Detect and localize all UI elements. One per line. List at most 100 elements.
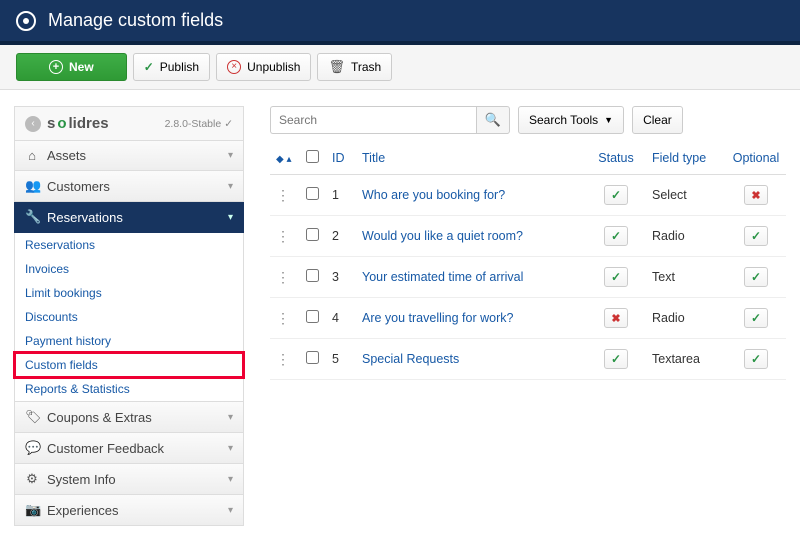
row-title-link[interactable]: Your estimated time of arrival	[362, 270, 523, 284]
table-row: ⋮ 5 Special Requests Textarea	[270, 339, 786, 380]
row-id: 4	[326, 298, 356, 339]
submenu-item-custom-fields[interactable]: Custom fields	[15, 353, 243, 377]
optional-toggle[interactable]	[744, 267, 768, 287]
fields-table: ◆ ▴ ID Title Status Field type Optional …	[270, 144, 786, 380]
check-all[interactable]	[306, 150, 319, 163]
clear-button[interactable]: Clear	[632, 106, 683, 134]
row-title-link[interactable]: Special Requests	[362, 352, 459, 366]
submenu-item-reservations[interactable]: Reservations	[15, 233, 243, 257]
section-label: Customers	[47, 179, 110, 194]
row-checkbox[interactable]	[306, 228, 319, 241]
row-checkbox[interactable]	[306, 351, 319, 364]
row-checkbox[interactable]	[306, 310, 319, 323]
search-icon: 🔍	[485, 112, 501, 127]
section-label: Reservations	[47, 210, 123, 225]
sidebar-section-reservations[interactable]: 🔧 Reservations ▾	[14, 202, 244, 233]
col-fieldtype[interactable]: Field type	[646, 144, 726, 175]
status-toggle[interactable]	[604, 185, 628, 205]
status-toggle[interactable]	[604, 349, 628, 369]
drag-handle-icon[interactable]: ⋮	[276, 351, 290, 367]
col-check	[300, 144, 326, 175]
search-input[interactable]	[270, 106, 476, 134]
section-label: Coupons & Extras	[47, 410, 152, 425]
status-toggle[interactable]	[604, 308, 628, 328]
drag-handle-icon[interactable]: ⋮	[276, 310, 290, 326]
sidebar-section-experiences[interactable]: 📷Experiences▾	[14, 495, 244, 526]
status-toggle[interactable]	[604, 226, 628, 246]
target-icon	[16, 11, 36, 31]
submenu-item-payment-history[interactable]: Payment history	[15, 329, 243, 353]
sidebar-section-customer-feedback[interactable]: 💬Customer Feedback▾	[14, 433, 244, 464]
row-fieldtype: Textarea	[646, 339, 726, 380]
chevron-down-icon: ▾	[228, 181, 233, 192]
drag-handle-icon[interactable]: ⋮	[276, 269, 290, 285]
search-tools-label: Search Tools	[529, 113, 598, 127]
submenu: ReservationsInvoicesLimit bookingsDiscou…	[14, 233, 244, 402]
row-fieldtype: Text	[646, 257, 726, 298]
submenu-item-limit-bookings[interactable]: Limit bookings	[15, 281, 243, 305]
row-fieldtype: Radio	[646, 298, 726, 339]
version-label: 2.8.0-Stable	[165, 118, 233, 130]
trash-label: Trash	[351, 60, 381, 74]
row-title-link[interactable]: Are you travelling for work?	[362, 311, 513, 325]
section-label: Assets	[47, 148, 86, 163]
row-title-link[interactable]: Who are you booking for?	[362, 188, 505, 202]
trash-button[interactable]: 🗑 Trash	[317, 53, 392, 81]
table-row: ⋮ 1 Who are you booking for? Select	[270, 175, 786, 216]
search-tools-button[interactable]: Search Tools ▼	[518, 106, 624, 134]
sidebar-section-customers[interactable]: 👥Customers▾	[14, 171, 244, 202]
unpublish-button[interactable]: × Unpublish	[216, 53, 311, 81]
col-id[interactable]: ID	[326, 144, 356, 175]
col-optional[interactable]: Optional	[726, 144, 786, 175]
sidebar-section-assets[interactable]: ⌂Assets▾	[14, 141, 244, 171]
search-submit[interactable]: 🔍	[476, 106, 510, 134]
status-toggle[interactable]	[604, 267, 628, 287]
submenu-item-reports-statistics[interactable]: Reports & Statistics	[15, 377, 243, 401]
titlebar: Manage custom fields	[0, 0, 800, 45]
key-icon: 🔧	[25, 209, 39, 225]
row-checkbox[interactable]	[306, 269, 319, 282]
drag-handle-icon[interactable]: ⋮	[276, 187, 290, 203]
optional-toggle[interactable]	[744, 308, 768, 328]
row-checkbox[interactable]	[306, 187, 319, 200]
chevron-down-icon: ▾	[228, 150, 233, 161]
new-label: New	[69, 60, 94, 74]
col-status[interactable]: Status	[586, 144, 646, 175]
row-title-link[interactable]: Would you like a quiet room?	[362, 229, 523, 243]
row-fieldtype: Radio	[646, 216, 726, 257]
sidebar-header: ‹ solidres 2.8.0-Stable	[14, 106, 244, 141]
plus-icon: +	[49, 60, 63, 74]
sidebar-section-coupons-extras[interactable]: 🏷Coupons & Extras▾	[14, 402, 244, 433]
unpublish-label: Unpublish	[247, 60, 300, 74]
col-title[interactable]: Title	[356, 144, 586, 175]
row-id: 5	[326, 339, 356, 380]
submenu-item-discounts[interactable]: Discounts	[15, 305, 243, 329]
submenu-item-invoices[interactable]: Invoices	[15, 257, 243, 281]
chevron-down-icon: ▾	[228, 443, 233, 454]
row-id: 2	[326, 216, 356, 257]
unpublish-icon: ×	[227, 60, 241, 74]
optional-toggle[interactable]	[744, 349, 768, 369]
row-id: 1	[326, 175, 356, 216]
table-row: ⋮ 3 Your estimated time of arrival Text	[270, 257, 786, 298]
clear-label: Clear	[643, 113, 672, 127]
back-icon[interactable]: ‹	[25, 116, 41, 132]
section-label: Customer Feedback	[47, 441, 164, 456]
row-fieldtype: Select	[646, 175, 726, 216]
col-sort[interactable]: ◆ ▴	[270, 144, 300, 175]
check-icon: ✓	[144, 60, 154, 74]
sidebar-section-system-info[interactable]: ⚙System Info▾	[14, 464, 244, 495]
new-button[interactable]: + New	[16, 53, 127, 81]
row-id: 3	[326, 257, 356, 298]
table-row: ⋮ 2 Would you like a quiet room? Radio	[270, 216, 786, 257]
trash-icon: 🗑	[328, 59, 345, 75]
table-row: ⋮ 4 Are you travelling for work? Radio	[270, 298, 786, 339]
chevron-down-icon: ▾	[228, 212, 233, 223]
optional-toggle[interactable]	[744, 226, 768, 246]
chevron-down-icon: ▾	[228, 412, 233, 423]
optional-toggle[interactable]	[744, 185, 768, 205]
searchbar: 🔍 Search Tools ▼ Clear	[270, 106, 786, 134]
drag-handle-icon[interactable]: ⋮	[276, 228, 290, 244]
content: 🔍 Search Tools ▼ Clear ◆ ▴ ID Title Stat…	[270, 106, 786, 380]
publish-button[interactable]: ✓ Publish	[133, 53, 210, 81]
